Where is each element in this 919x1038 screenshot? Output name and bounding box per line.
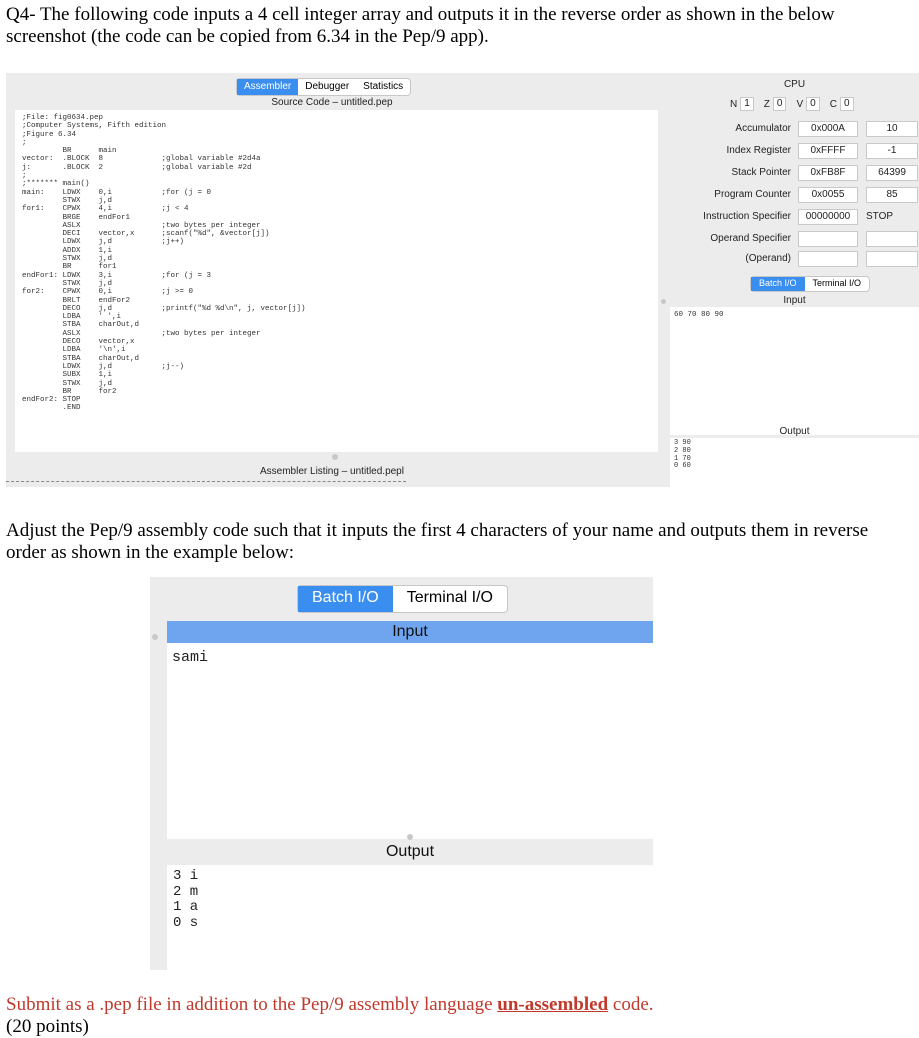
batch-input-field[interactable]: 60 70 80 90: [670, 307, 919, 435]
flag-n: N1: [730, 97, 754, 111]
points: (20 points): [6, 1016, 89, 1037]
batch-output-field: 3 90 2 80 1 70 0 60: [670, 438, 919, 487]
tab-debugger[interactable]: Debugger: [298, 79, 356, 95]
register-accumulator: Accumulator 0x000A 10: [670, 121, 919, 137]
flag-c-value: 0: [839, 97, 854, 111]
splitter-handle[interactable]: [407, 834, 413, 840]
submit-emphasis: un-assembled: [497, 994, 609, 1015]
flag-z: Z0: [764, 97, 787, 111]
tab-batch-io[interactable]: Batch I/O: [298, 586, 393, 612]
flag-c-label: C: [829, 98, 837, 110]
tab-statistics[interactable]: Statistics: [356, 79, 410, 95]
tab-assembler[interactable]: Assembler: [237, 79, 299, 95]
divider: [6, 481, 406, 482]
assembler-listing-title: Assembler Listing – untitled.pepl: [260, 466, 404, 477]
register-dec: 64399: [866, 165, 918, 181]
example-output-text: 3 i 2 m 1 a 0 s: [173, 868, 199, 931]
register-label: Index Register: [726, 145, 791, 156]
register-label: (Operand): [745, 253, 791, 264]
pep9-screenshot: Assembler Debugger Statistics Source Cod…: [6, 73, 919, 487]
register-stack-pointer: Stack Pointer 0xFB8F 64399: [670, 165, 919, 181]
submit-suffix: code.: [608, 994, 654, 1015]
batch-io-panel: Batch I/O Terminal I/O Input 60 70 80 90…: [670, 273, 919, 487]
tab-terminal-io[interactable]: Terminal I/O: [805, 277, 870, 291]
flag-z-value: 0: [772, 97, 787, 111]
question-task: Adjust the Pep/9 assembly code such that…: [6, 520, 869, 563]
cpu-title: CPU: [783, 79, 806, 90]
register-instruction-specifier: Instruction Specifier 00000000 STOP: [670, 209, 919, 225]
splitter-handle[interactable]: [152, 634, 158, 640]
example-output-header: Output: [385, 843, 435, 860]
flag-n-label: N: [730, 98, 738, 110]
register-operand: (Operand): [670, 251, 919, 267]
register-dec: [866, 251, 918, 267]
tab-batch-io[interactable]: Batch I/O: [751, 277, 805, 291]
register-operand-specifier: Operand Specifier: [670, 231, 919, 247]
example-io-screenshot: Batch I/O Terminal I/O Input sami Output…: [150, 577, 653, 970]
flag-z-label: Z: [763, 98, 770, 110]
source-code-text: ;File: fig0634.pep ;Computer Systems, Fi…: [22, 114, 306, 413]
register-hex: 0x0055: [798, 187, 858, 203]
status-flags: N1 Z0 V0 C0: [730, 97, 854, 111]
io-tab-bar: Batch I/O Terminal I/O: [750, 276, 871, 292]
register-hex: [798, 251, 858, 267]
register-mnemonic: STOP: [866, 211, 894, 222]
register-label: Operand Specifier: [710, 233, 791, 244]
register-label: Stack Pointer: [731, 167, 791, 178]
register-label: Accumulator: [735, 123, 791, 134]
example-output-field: 3 i 2 m 1 a 0 s: [167, 865, 653, 970]
register-label: Program Counter: [714, 189, 791, 200]
question-intro: Q4- The following code inputs a 4 cell i…: [6, 4, 835, 47]
splitter-handle[interactable]: [332, 454, 338, 460]
register-dec: 10: [866, 121, 918, 137]
flag-c: C0: [830, 97, 854, 111]
submit-prefix: Submit as a .pep file in addition to the…: [6, 994, 498, 1015]
example-input-field[interactable]: sami: [167, 643, 653, 839]
register-dec: [866, 231, 918, 247]
submit-instructions: Submit as a .pep file in addition to the…: [6, 994, 654, 1016]
tab-terminal-io[interactable]: Terminal I/O: [393, 586, 507, 612]
main-tab-bar: Assembler Debugger Statistics: [236, 78, 412, 96]
cpu-panel: CPU N1 Z0 V0 C0 Accumulator 0x000A 10 In…: [670, 73, 919, 267]
example-input-text: sami: [172, 649, 209, 666]
splitter-handle[interactable]: [661, 299, 666, 304]
flag-v-value: 0: [806, 97, 820, 111]
register-dec: 85: [866, 187, 918, 203]
register-hex: 0xFFFF: [798, 143, 858, 159]
example-io-tab-bar: Batch I/O Terminal I/O: [297, 585, 508, 613]
example-input-header: Input: [167, 621, 653, 643]
input-header: Input: [783, 295, 806, 306]
register-dec: -1: [866, 143, 918, 159]
register-hex: [798, 231, 858, 247]
flag-v-label: V: [796, 98, 804, 110]
source-code-editor[interactable]: ;File: fig0634.pep ;Computer Systems, Fi…: [15, 110, 658, 452]
register-index: Index Register 0xFFFF -1: [670, 143, 919, 159]
source-code-title: Source Code – untitled.pep: [271, 97, 393, 108]
batch-output-text: 3 90 2 80 1 70 0 60: [674, 439, 691, 471]
flag-n-value: 1: [740, 97, 754, 111]
register-hex: 0x000A: [798, 121, 858, 137]
output-header: Output: [779, 426, 810, 437]
register-program-counter: Program Counter 0x0055 85: [670, 187, 919, 203]
register-hex: 00000000: [798, 209, 858, 225]
flag-v: V0: [796, 97, 820, 111]
batch-input-text: 60 70 80 90: [674, 311, 724, 319]
register-hex: 0xFB8F: [798, 165, 858, 181]
register-label: Instruction Specifier: [703, 211, 791, 222]
